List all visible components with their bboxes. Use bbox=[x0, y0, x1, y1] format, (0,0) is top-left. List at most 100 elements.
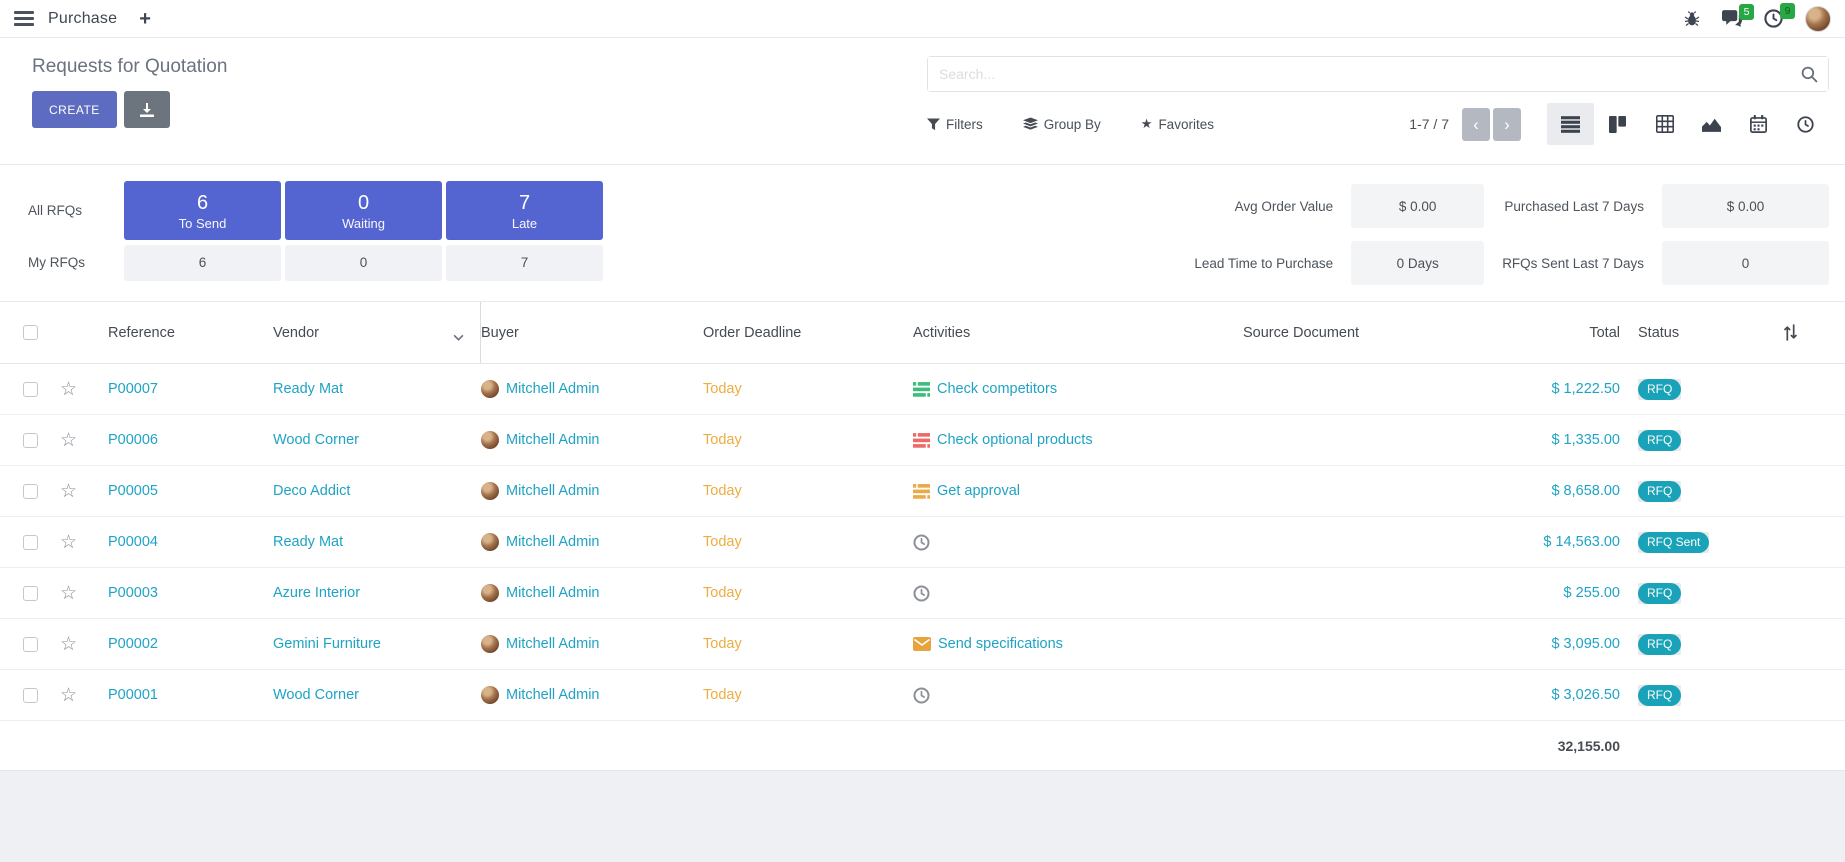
buyer-name[interactable]: Mitchell Admin bbox=[506, 636, 599, 652]
my-waiting-card[interactable]: 0 bbox=[285, 245, 442, 281]
activity-label[interactable]: Check optional products bbox=[937, 432, 1093, 448]
my-to-send-card[interactable]: 6 bbox=[124, 245, 281, 281]
new-tab-icon[interactable]: + bbox=[139, 9, 151, 29]
reference-link[interactable]: P00003 bbox=[108, 585, 273, 601]
pager-next-button[interactable]: › bbox=[1493, 108, 1521, 141]
buyer-name[interactable]: Mitchell Admin bbox=[506, 432, 599, 448]
late-card[interactable]: 7 Late bbox=[446, 181, 603, 240]
reference-link[interactable]: P00002 bbox=[108, 636, 273, 652]
column-header-vendor[interactable]: Vendor bbox=[273, 302, 481, 363]
status-badge[interactable]: RFQ bbox=[1638, 634, 1681, 655]
buyer-name[interactable]: Mitchell Admin bbox=[506, 483, 599, 499]
calendar-view-button[interactable] bbox=[1735, 103, 1782, 145]
optional-columns-button[interactable] bbox=[1770, 324, 1845, 341]
reference-link[interactable]: P00005 bbox=[108, 483, 273, 499]
my-rfqs-filter[interactable]: My RFQs bbox=[28, 245, 120, 282]
buyer-name[interactable]: Mitchell Admin bbox=[506, 381, 599, 397]
order-deadline-value[interactable]: Today bbox=[703, 483, 913, 499]
vendor-link[interactable]: Gemini Furniture bbox=[273, 636, 481, 652]
debug-bug-icon[interactable] bbox=[1684, 11, 1700, 27]
row-checkbox[interactable] bbox=[23, 637, 38, 652]
column-header-source-document[interactable]: Source Document bbox=[1243, 325, 1435, 341]
activity-cell[interactable] bbox=[913, 534, 1243, 551]
activity-cell[interactable]: Get approval bbox=[913, 483, 1243, 499]
apps-menu-icon[interactable] bbox=[14, 11, 34, 26]
favorites-button[interactable]: ★ Favorites bbox=[1141, 116, 1214, 132]
activity-cell[interactable]: Check competitors bbox=[913, 381, 1243, 397]
status-badge[interactable]: RFQ bbox=[1638, 379, 1681, 400]
table-row[interactable]: ☆ P00007 Ready Mat Mitchell Admin Today … bbox=[0, 364, 1845, 415]
select-all-checkbox[interactable] bbox=[23, 325, 38, 340]
status-badge[interactable]: RFQ bbox=[1638, 583, 1681, 604]
activity-label[interactable]: Send specifications bbox=[938, 636, 1063, 652]
favorite-star-icon[interactable]: ☆ bbox=[60, 431, 77, 450]
activity-label[interactable]: Get approval bbox=[937, 483, 1020, 499]
filters-button[interactable]: Filters bbox=[927, 116, 983, 132]
pivot-view-button[interactable] bbox=[1641, 103, 1688, 145]
table-row[interactable]: ☆ P00003 Azure Interior Mitchell Admin T… bbox=[0, 568, 1845, 619]
kanban-view-button[interactable] bbox=[1594, 103, 1641, 145]
row-checkbox[interactable] bbox=[23, 382, 38, 397]
pager-previous-button[interactable]: ‹ bbox=[1462, 108, 1490, 141]
to-send-card[interactable]: 6 To Send bbox=[124, 181, 281, 240]
buyer-name[interactable]: Mitchell Admin bbox=[506, 534, 599, 550]
activity-view-button[interactable] bbox=[1782, 103, 1829, 145]
vendor-link[interactable]: Wood Corner bbox=[273, 687, 481, 703]
list-view-button[interactable] bbox=[1547, 103, 1594, 145]
group-by-button[interactable]: Group By bbox=[1023, 116, 1101, 132]
reference-link[interactable]: P00001 bbox=[108, 687, 273, 703]
column-header-activities[interactable]: Activities bbox=[913, 325, 1243, 341]
app-name[interactable]: Purchase bbox=[48, 10, 117, 28]
row-checkbox[interactable] bbox=[23, 586, 38, 601]
vendor-link[interactable]: Azure Interior bbox=[273, 585, 481, 601]
activities-clock-icon[interactable]: 9 bbox=[1764, 9, 1783, 28]
search-input[interactable] bbox=[928, 57, 1828, 91]
table-row[interactable]: ☆ P00002 Gemini Furniture Mitchell Admin… bbox=[0, 619, 1845, 670]
column-header-order-deadline[interactable]: Order Deadline bbox=[703, 325, 913, 341]
my-late-card[interactable]: 7 bbox=[446, 245, 603, 281]
activity-cell[interactable] bbox=[913, 687, 1243, 704]
order-deadline-value[interactable]: Today bbox=[703, 687, 913, 703]
order-deadline-value[interactable]: Today bbox=[703, 534, 913, 550]
vendor-link[interactable]: Ready Mat bbox=[273, 381, 481, 397]
user-avatar[interactable] bbox=[1805, 6, 1831, 32]
row-checkbox[interactable] bbox=[23, 433, 38, 448]
order-deadline-value[interactable]: Today bbox=[703, 636, 913, 652]
status-badge[interactable]: RFQ bbox=[1638, 685, 1681, 706]
order-deadline-value[interactable]: Today bbox=[703, 432, 913, 448]
table-row[interactable]: ☆ P00001 Wood Corner Mitchell Admin Toda… bbox=[0, 670, 1845, 721]
row-checkbox[interactable] bbox=[23, 484, 38, 499]
table-row[interactable]: ☆ P00005 Deco Addict Mitchell Admin Toda… bbox=[0, 466, 1845, 517]
table-row[interactable]: ☆ P00006 Wood Corner Mitchell Admin Toda… bbox=[0, 415, 1845, 466]
favorite-star-icon[interactable]: ☆ bbox=[60, 380, 77, 399]
status-badge[interactable]: RFQ bbox=[1638, 430, 1681, 451]
graph-view-button[interactable] bbox=[1688, 103, 1735, 145]
search-icon[interactable] bbox=[1801, 66, 1818, 88]
favorite-star-icon[interactable]: ☆ bbox=[60, 584, 77, 603]
buyer-name[interactable]: Mitchell Admin bbox=[506, 585, 599, 601]
status-badge[interactable]: RFQ bbox=[1638, 481, 1681, 502]
favorite-star-icon[interactable]: ☆ bbox=[60, 635, 77, 654]
export-download-button[interactable] bbox=[124, 91, 170, 128]
messages-icon[interactable]: 5 bbox=[1722, 10, 1742, 27]
row-checkbox[interactable] bbox=[23, 535, 38, 550]
buyer-name[interactable]: Mitchell Admin bbox=[506, 687, 599, 703]
column-header-total[interactable]: Total bbox=[1435, 325, 1620, 341]
waiting-card[interactable]: 0 Waiting bbox=[285, 181, 442, 240]
activity-label[interactable]: Check competitors bbox=[937, 381, 1057, 397]
reference-link[interactable]: P00007 bbox=[108, 381, 273, 397]
activity-cell[interactable] bbox=[913, 585, 1243, 602]
favorite-star-icon[interactable]: ☆ bbox=[60, 686, 77, 705]
all-rfqs-filter[interactable]: All RFQs bbox=[28, 181, 120, 241]
activity-cell[interactable]: Check optional products bbox=[913, 432, 1243, 448]
favorite-star-icon[interactable]: ☆ bbox=[60, 482, 77, 501]
reference-link[interactable]: P00006 bbox=[108, 432, 273, 448]
column-header-reference[interactable]: Reference bbox=[108, 325, 273, 341]
create-button[interactable]: CREATE bbox=[32, 91, 117, 128]
column-header-buyer[interactable]: Buyer bbox=[481, 325, 703, 341]
vendor-link[interactable]: Wood Corner bbox=[273, 432, 481, 448]
column-header-status[interactable]: Status bbox=[1620, 325, 1770, 341]
sort-chevron-down-icon[interactable] bbox=[453, 329, 464, 345]
favorite-star-icon[interactable]: ☆ bbox=[60, 533, 77, 552]
row-checkbox[interactable] bbox=[23, 688, 38, 703]
